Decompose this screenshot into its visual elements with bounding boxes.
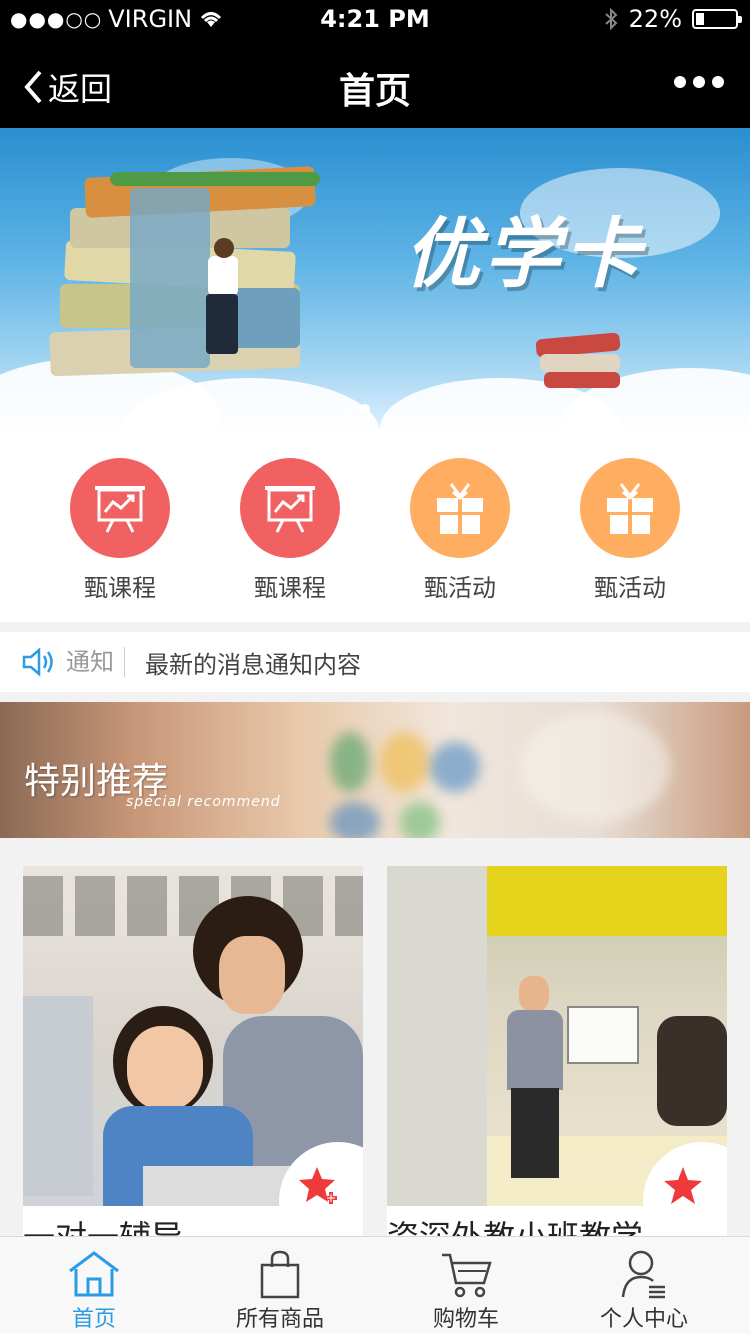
special-recommend-header: 特别推荐 special recommend — [0, 702, 750, 838]
navigation-bar: 返回 首页 — [0, 40, 750, 128]
shopping-bag-icon — [260, 1250, 300, 1299]
quick-link-label: 甄课程 — [84, 574, 156, 602]
carousel-dot[interactable] — [340, 404, 350, 414]
bluetooth-icon — [604, 7, 618, 31]
star-plus-icon — [299, 1167, 337, 1204]
notice-message[interactable]: 最新的消息通知内容 — [145, 645, 361, 680]
status-bar: ●●●○○ VIRGIN 4:21 PM 22% — [0, 0, 750, 40]
battery-icon — [692, 9, 742, 29]
tab-bar: 首页 所有商品 购物车 个人中心 — [0, 1236, 750, 1334]
tab-all-products[interactable]: 所有商品 — [186, 1243, 374, 1333]
carousel-dot-active[interactable] — [360, 404, 370, 414]
tab-label: 个人中心 — [599, 1307, 688, 1332]
product-title: 一对一辅导 — [23, 1206, 183, 1236]
more-dot-icon — [693, 76, 705, 88]
tab-label: 所有商品 — [235, 1307, 324, 1332]
more-dot-icon — [712, 76, 724, 88]
page-title: 首页 — [338, 71, 411, 112]
quick-link-activities[interactable]: 甄活动 — [400, 458, 520, 603]
tab-cart[interactable]: 购物车 — [372, 1243, 560, 1333]
star-icon — [664, 1167, 702, 1204]
tab-home[interactable]: 首页 — [0, 1243, 188, 1333]
more-dot-icon — [674, 76, 686, 88]
product-card[interactable]: 资深外教小班教学 — [387, 866, 727, 1236]
more-options-button[interactable] — [674, 76, 724, 88]
quick-link-courses[interactable]: 甄课程 — [60, 458, 180, 603]
quick-link-label: 甄活动 — [594, 574, 666, 602]
tab-label: 首页 — [71, 1307, 116, 1332]
quick-link-activities[interactable]: 甄活动 — [570, 458, 690, 603]
presentation-board-icon — [240, 458, 340, 558]
quick-link-label: 甄课程 — [254, 574, 326, 602]
gift-icon — [580, 458, 680, 558]
user-icon — [621, 1250, 665, 1299]
tab-profile[interactable]: 个人中心 — [550, 1243, 738, 1333]
tab-label: 购物车 — [432, 1307, 499, 1332]
battery-percentage: 22% — [628, 5, 682, 33]
cart-icon — [442, 1253, 492, 1298]
presentation-board-icon — [70, 458, 170, 558]
notice-tag: 通知 — [66, 647, 125, 677]
banner-carousel[interactable]: 优学卡 — [0, 128, 750, 428]
home-icon — [69, 1251, 119, 1297]
gift-icon — [410, 458, 510, 558]
recommend-subtitle: special recommend — [126, 794, 281, 810]
product-title: 资深外教小班教学 — [387, 1206, 643, 1236]
quick-link-courses[interactable]: 甄课程 — [230, 458, 350, 603]
speaker-icon — [22, 647, 53, 677]
banner-title: 优学卡 — [404, 209, 644, 298]
notice-bar[interactable]: 通知 最新的消息通知内容 — [0, 632, 750, 692]
quick-links: 甄课程 甄课程 甄活动 甄活动 — [0, 428, 750, 622]
product-card[interactable]: 一对一辅导 — [23, 866, 363, 1236]
quick-link-label: 甄活动 — [424, 574, 496, 602]
